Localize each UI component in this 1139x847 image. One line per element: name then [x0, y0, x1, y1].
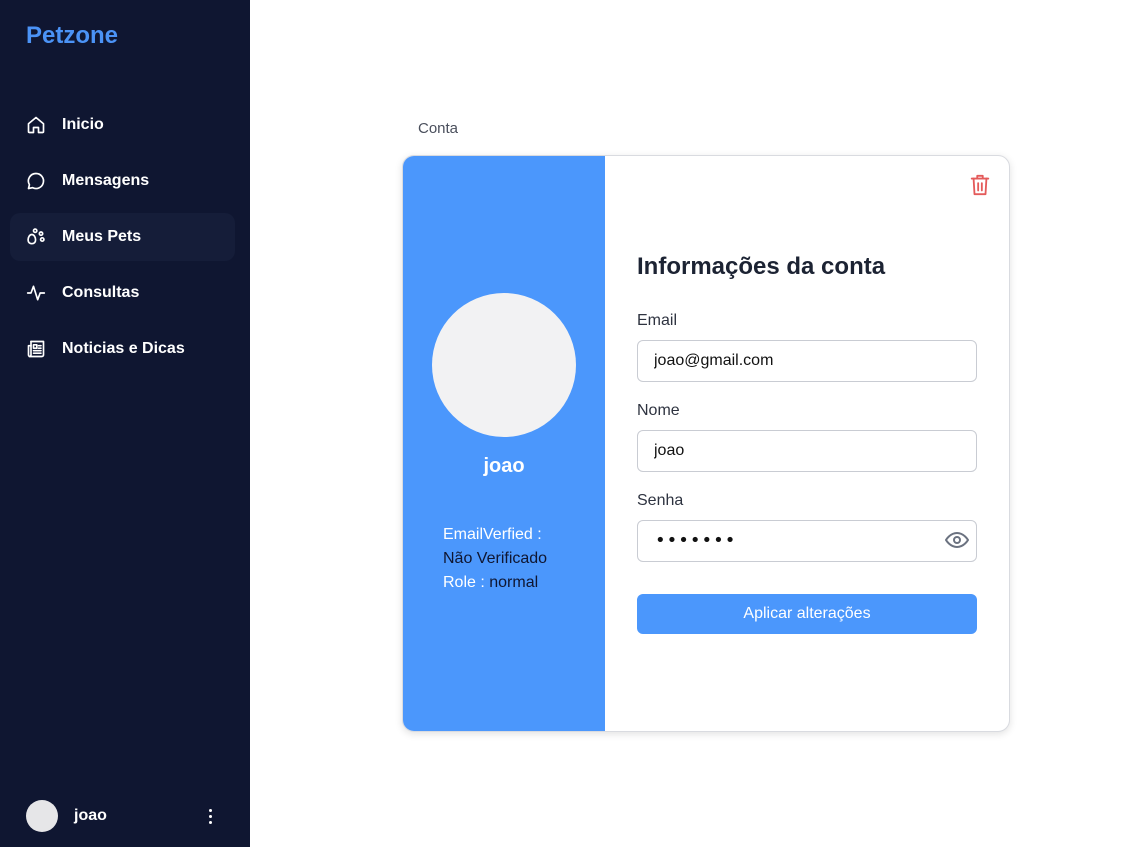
- sidebar-item-mensagens[interactable]: Mensagens: [10, 157, 235, 205]
- password-label: Senha: [637, 492, 684, 509]
- password-masked-value: •••••••: [655, 530, 737, 551]
- brand-logo[interactable]: Petzone: [26, 22, 118, 50]
- profile-meta: EmailVerfied : Não Verificado Role : nor…: [443, 523, 547, 595]
- avatar[interactable]: [26, 800, 58, 832]
- sidebar-nav: Inicio Mensagens Meus Pets Consultas Not…: [10, 101, 235, 381]
- sidebar-item-meus-pets[interactable]: Meus Pets: [10, 213, 235, 261]
- pulse-icon: [26, 283, 46, 303]
- form-title: Informações da conta: [637, 253, 886, 280]
- sidebar-item-label: Meus Pets: [62, 228, 142, 245]
- role-value: normal: [489, 574, 539, 591]
- sidebar-item-inicio[interactable]: Inicio: [10, 101, 235, 149]
- email-field[interactable]: [637, 340, 977, 382]
- user-name: joao: [74, 807, 107, 824]
- profile-panel: joao EmailVerfied : Não Verificado Role …: [403, 156, 605, 731]
- user-footer[interactable]: joao: [26, 800, 226, 832]
- home-icon: [26, 115, 46, 135]
- account-card: joao EmailVerfied : Não Verificado Role …: [402, 155, 1010, 732]
- app-root: Petzone Inicio Mensagens Meus Pets Consu…: [0, 0, 1139, 847]
- chat-bubble-icon: [26, 171, 46, 191]
- trash-icon[interactable]: [969, 173, 991, 197]
- email-verified-key: EmailVerfied :: [443, 526, 542, 543]
- sidebar: Petzone Inicio Mensagens Meus Pets Consu…: [0, 0, 250, 847]
- email-verified-value: Não Verificado: [443, 550, 548, 567]
- sidebar-item-consultas[interactable]: Consultas: [10, 269, 235, 317]
- sidebar-item-label: Consultas: [62, 284, 140, 301]
- eye-icon[interactable]: [945, 531, 969, 549]
- sidebar-item-label: Inicio: [62, 116, 104, 133]
- newspaper-icon: [26, 339, 46, 359]
- profile-name: joao: [483, 455, 525, 477]
- name-field[interactable]: [637, 430, 977, 472]
- apply-changes-button[interactable]: Aplicar alterações: [637, 594, 977, 634]
- email-label: Email: [637, 312, 678, 329]
- profile-avatar: [432, 293, 576, 437]
- sidebar-item-noticias[interactable]: Noticias e Dicas: [10, 325, 235, 373]
- paw-icon: [26, 227, 46, 247]
- more-vertical-icon[interactable]: [202, 806, 218, 826]
- name-label: Nome: [637, 402, 680, 419]
- section-title: Conta: [418, 120, 459, 137]
- role-key: Role :: [443, 574, 485, 591]
- sidebar-item-label: Noticias e Dicas: [62, 340, 185, 357]
- sidebar-item-label: Mensagens: [62, 172, 150, 189]
